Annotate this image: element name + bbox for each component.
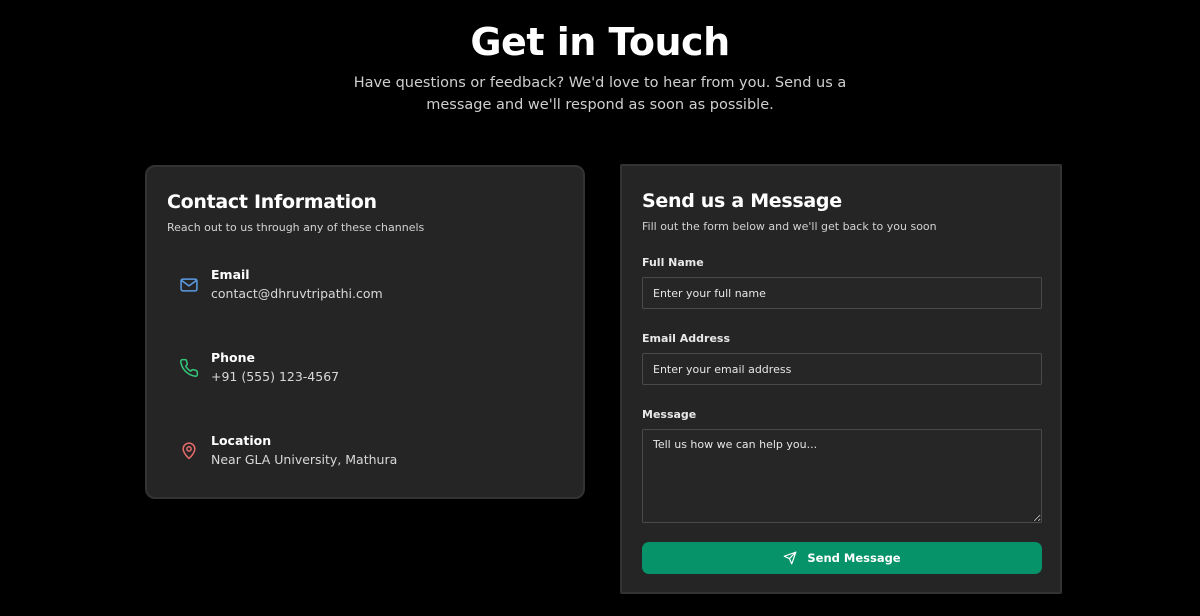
- email-address-label: Email Address: [642, 332, 731, 345]
- contact-item-label: Phone: [211, 350, 256, 365]
- contact-item-phone: Phone +91 (555) 123-4567: [177, 350, 557, 394]
- full-name-input[interactable]: [642, 277, 1042, 309]
- map-pin-icon: [182, 442, 196, 460]
- form-card-subtitle: Fill out the form below and we'll get ba…: [642, 220, 937, 233]
- contact-item-value: contact@dhruvtripathi.com: [211, 286, 383, 301]
- mail-icon: [180, 278, 198, 292]
- contact-card-title: Contact Information: [167, 191, 377, 213]
- contact-page: Get in Touch Have questions or feedback?…: [0, 0, 1200, 616]
- contact-information-card: Contact Information Reach out to us thro…: [145, 165, 585, 499]
- send-icon: [783, 551, 797, 565]
- phone-icon: [180, 358, 199, 377]
- email-address-input[interactable]: [642, 353, 1042, 385]
- contact-item-value: +91 (555) 123-4567: [211, 369, 340, 384]
- message-textarea[interactable]: [642, 429, 1042, 523]
- page-title: Get in Touch: [470, 20, 730, 64]
- contact-item-label: Email: [211, 267, 250, 282]
- message-label: Message: [642, 408, 697, 421]
- send-message-label: Send Message: [807, 551, 901, 565]
- page-subtitle: Have questions or feedback? We'd love to…: [353, 75, 847, 113]
- hero-section: Get in Touch Have questions or feedback?…: [0, 18, 1200, 116]
- full-name-label: Full Name: [642, 256, 704, 269]
- form-card-title: Send us a Message: [642, 190, 842, 212]
- send-message-button[interactable]: Send Message: [642, 542, 1042, 574]
- contact-item-email: Email contact@dhruvtripathi.com: [177, 267, 557, 311]
- contact-item-value: Near GLA University, Mathura: [211, 452, 398, 467]
- contact-item-location: Location Near GLA University, Mathura: [177, 433, 557, 477]
- send-message-card: Send us a Message Fill out the form belo…: [620, 164, 1062, 594]
- contact-card-subtitle: Reach out to us through any of these cha…: [167, 221, 425, 234]
- contact-item-label: Location: [211, 433, 272, 448]
